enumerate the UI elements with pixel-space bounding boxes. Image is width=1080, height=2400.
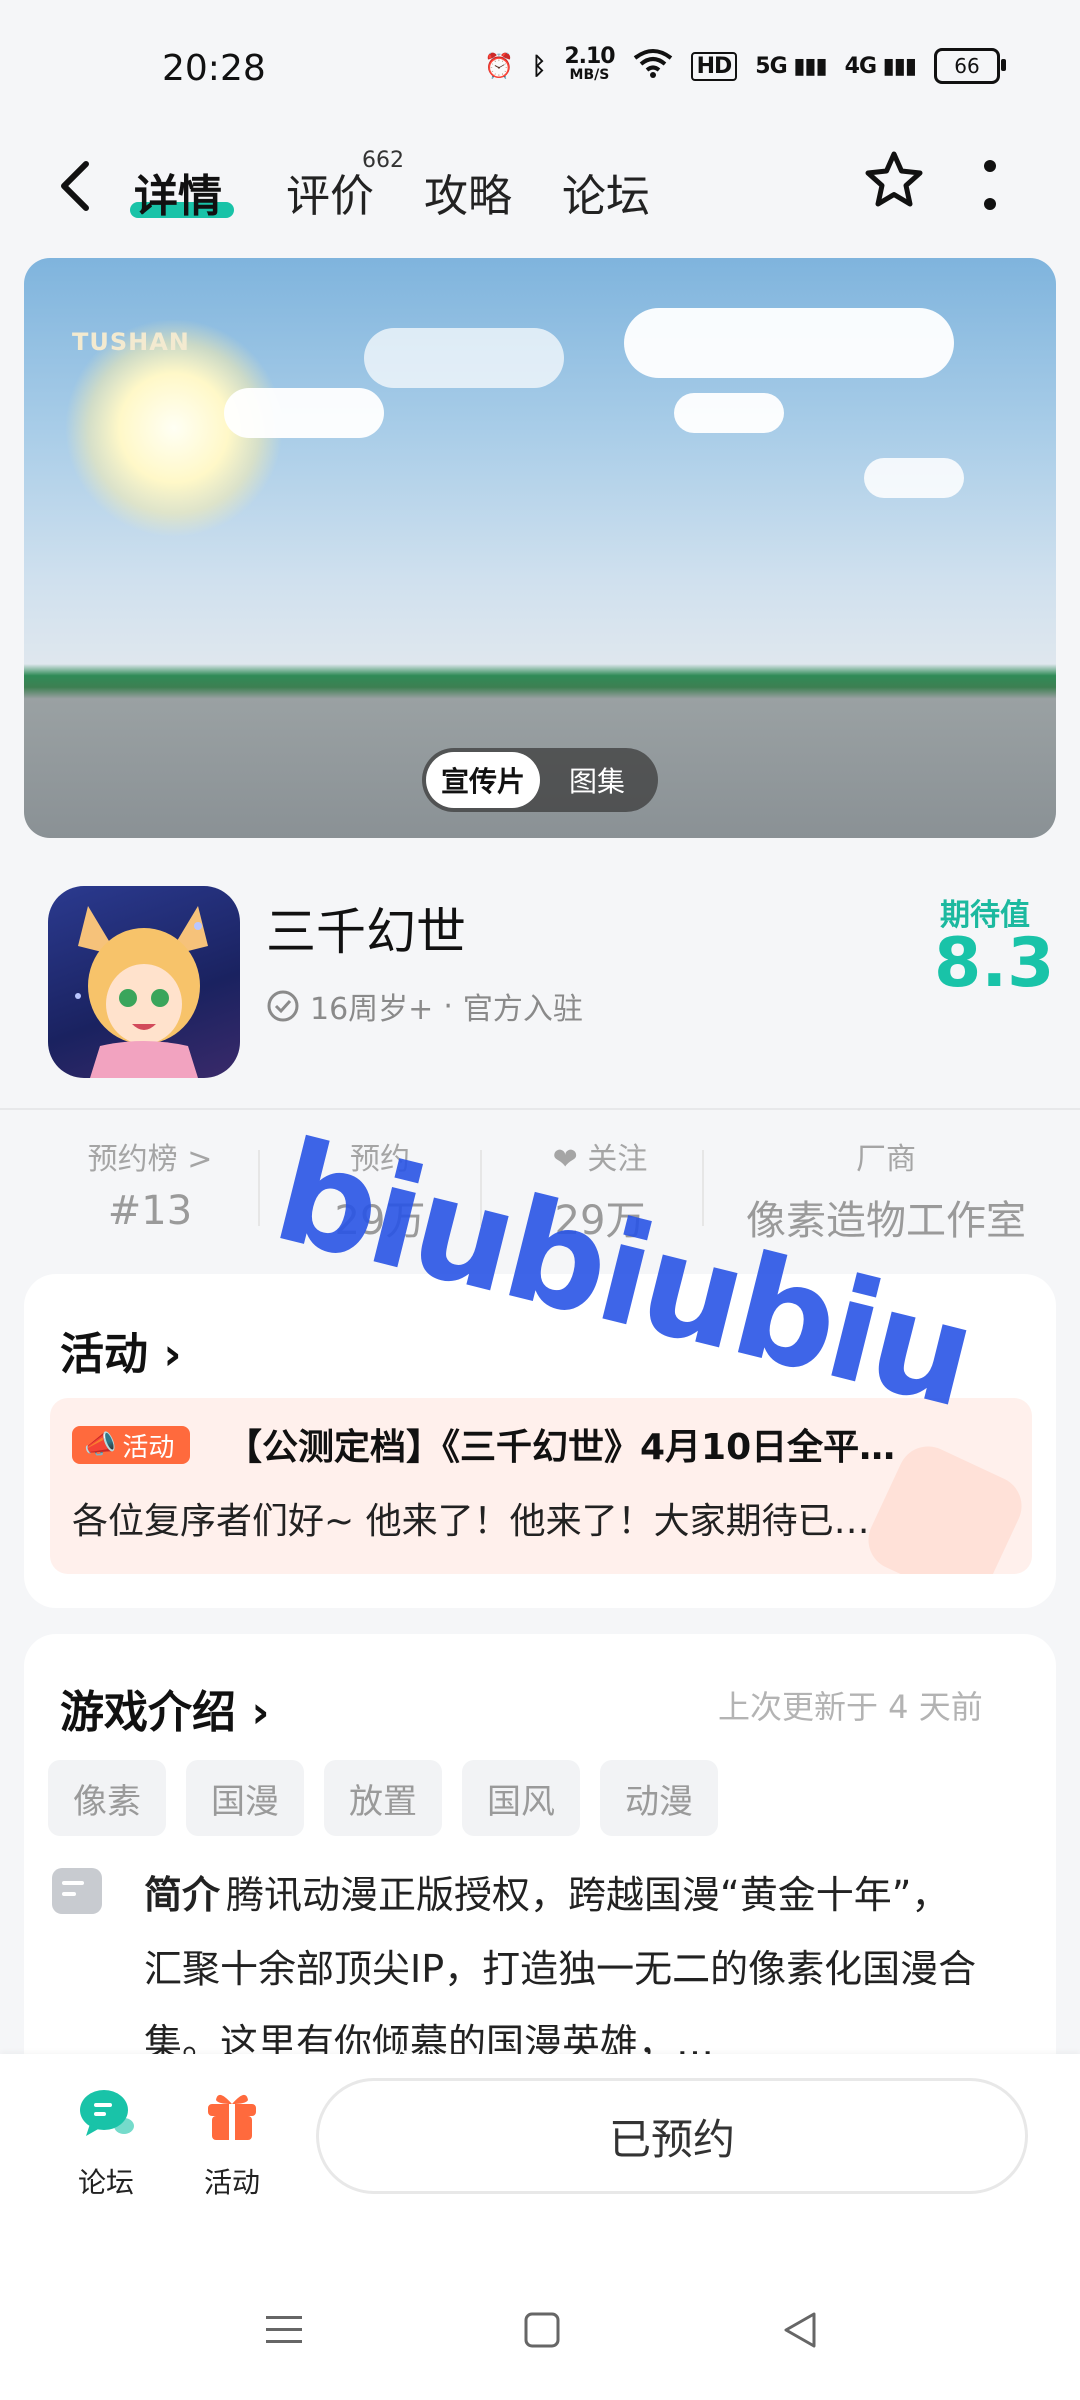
more-options-icon[interactable] — [982, 160, 998, 210]
status-time: 20:28 — [162, 48, 266, 89]
official-tag: 官方入驻 — [462, 992, 583, 1027]
menu-nav-icon[interactable] — [264, 2310, 304, 2354]
tag-guofeng[interactable]: 国风 — [462, 1760, 580, 1836]
cloud-graphic — [224, 388, 384, 438]
activity-item[interactable]: 📣 活动 【公测定档】《三千幻世》4月10日全平… 各位复序者们好~ 他来了！他… — [50, 1398, 1032, 1574]
game-title: 三千幻世 — [266, 903, 466, 961]
chevron-right-icon: › — [163, 1329, 182, 1380]
tab-details[interactable]: 详情 — [134, 160, 222, 224]
description-icon — [52, 1868, 102, 1914]
heart-plus-icon: ❤ — [552, 1142, 578, 1177]
signal-4g-icon: 4G ▮▮▮ — [844, 53, 917, 79]
favorite-star-icon[interactable] — [862, 148, 926, 212]
bottom-activity-button[interactable]: 活动 — [182, 2084, 282, 2201]
reviews-count-badge: 662 — [362, 148, 404, 173]
expectation-score: 8.3 — [934, 924, 1055, 1003]
tushan-logo: TUSHAN — [72, 328, 190, 356]
back-nav-icon[interactable] — [780, 2310, 820, 2354]
verified-check-icon — [267, 990, 299, 1022]
battery-icon: 66 — [934, 48, 1006, 84]
media-switch[interactable]: 宣传片 图集 — [422, 748, 658, 812]
back-icon[interactable] — [56, 160, 96, 212]
reserved-button[interactable]: 已预约 — [316, 2078, 1028, 2194]
wifi-icon — [633, 48, 673, 84]
game-meta: 16周岁+ · 官方入驻 — [266, 984, 583, 1028]
net-speed: 2.10 MB/S — [564, 44, 615, 84]
bottom-forum-button[interactable]: 论坛 — [56, 2084, 156, 2201]
cloud-graphic — [674, 393, 784, 433]
chevron-right-icon: › — [251, 1687, 270, 1738]
status-icons: ⏰ ᛒ 2.10 MB/S HD 5G ▮▮▮ 4G ▮▮▮ 66 — [484, 44, 1006, 84]
stat-divider — [258, 1150, 260, 1226]
activity-headline: 【公测定档】《三千幻世》4月10日全平… — [226, 1427, 896, 1468]
intro-section-title[interactable]: 游戏介绍 › — [60, 1676, 269, 1740]
activity-section-title[interactable]: 活动 › — [60, 1318, 181, 1382]
hd-icon: HD — [690, 51, 738, 81]
cloud-graphic — [864, 458, 964, 498]
cloud-graphic — [624, 308, 954, 378]
tag-pixel[interactable]: 像素 — [48, 1760, 166, 1836]
description-text[interactable]: 简介 腾讯动漫正版授权，跨越国漫“黄金十年”，汇聚十余部顶尖IP，打造独一无二的像… — [144, 1858, 984, 2080]
activity-body: 各位复序者们好~ 他来了！他来了！大家期待已… — [72, 1501, 870, 1542]
age-rating: 16周岁+ — [310, 992, 434, 1027]
last-updated: 上次更新于 4 天前 — [718, 1688, 983, 1726]
stat-reservation-rank[interactable]: 预约榜 > #13 — [60, 1134, 240, 1234]
divider — [0, 1108, 1080, 1110]
alarm-icon: ⏰ — [484, 52, 514, 80]
tab-reviews[interactable]: 评价 — [286, 160, 374, 224]
tag-idle[interactable]: 放置 — [324, 1760, 442, 1836]
gallery-tab[interactable]: 图集 — [540, 752, 654, 808]
home-nav-icon[interactable] — [522, 2310, 562, 2354]
signal-5g-icon: 5G ▮▮▮ — [755, 53, 827, 79]
gift-icon — [208, 2094, 256, 2140]
trailer-tab[interactable]: 宣传片 — [426, 752, 540, 808]
game-app-icon — [48, 886, 240, 1078]
bluetooth-icon: ᛒ — [531, 52, 547, 80]
tag-anime[interactable]: 动漫 — [600, 1760, 718, 1836]
promo-media-banner[interactable]: TUSHAN 宣传片 图集 — [24, 258, 1056, 838]
megaphone-icon: 📣 — [84, 1430, 117, 1460]
meta-separator: · — [443, 988, 453, 1024]
tab-guides[interactable]: 攻略 — [424, 160, 512, 224]
forum-chat-icon — [80, 2090, 134, 2136]
tab-forum[interactable]: 论坛 — [562, 160, 650, 224]
cloud-graphic — [364, 328, 564, 388]
activity-badge: 📣 活动 — [72, 1426, 191, 1464]
tag-guoman[interactable]: 国漫 — [186, 1760, 304, 1836]
